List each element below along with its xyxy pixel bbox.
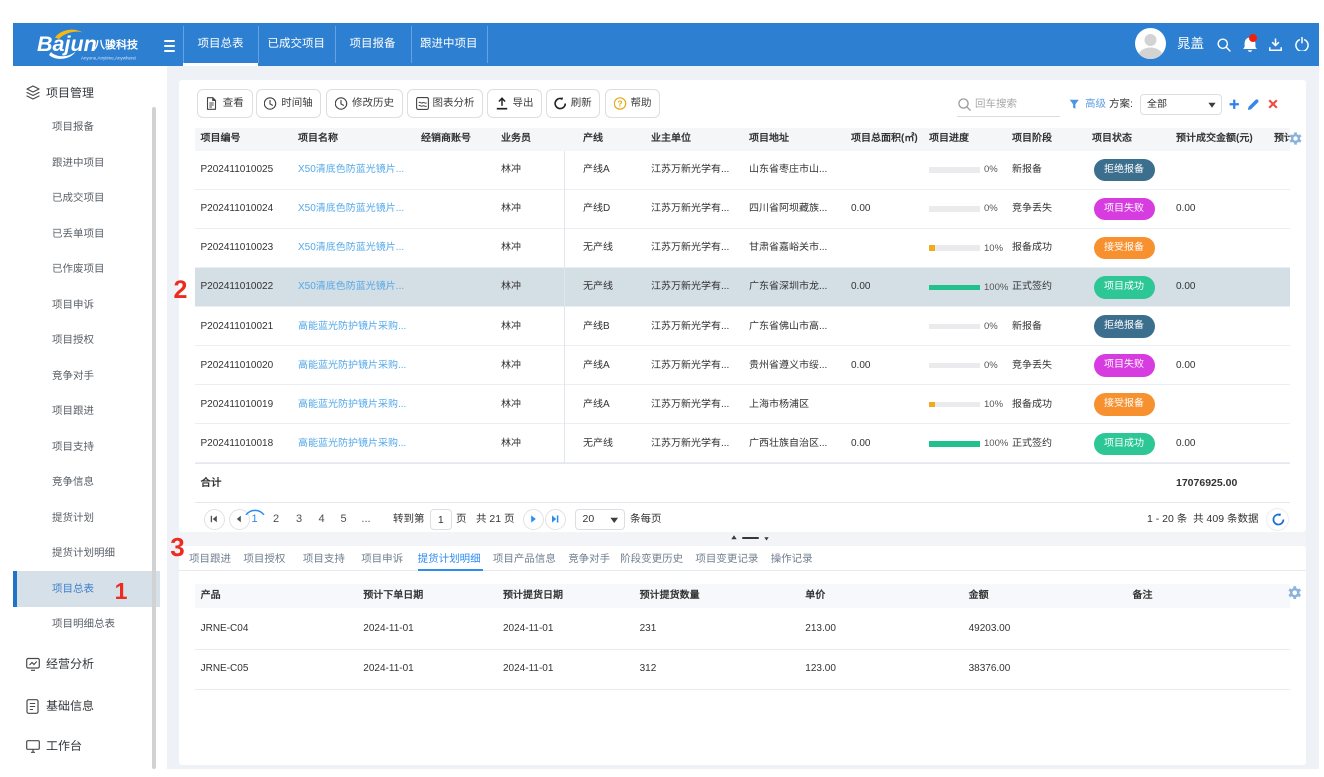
svg-text:?: ? bbox=[617, 98, 622, 108]
svg-text:Bajun: Bajun bbox=[37, 32, 97, 56]
svg-text:Anyone,Anytime,Anywhere!: Anyone,Anytime,Anywhere! bbox=[81, 56, 136, 61]
svg-text:八骏科技: 八骏科技 bbox=[93, 37, 139, 53]
